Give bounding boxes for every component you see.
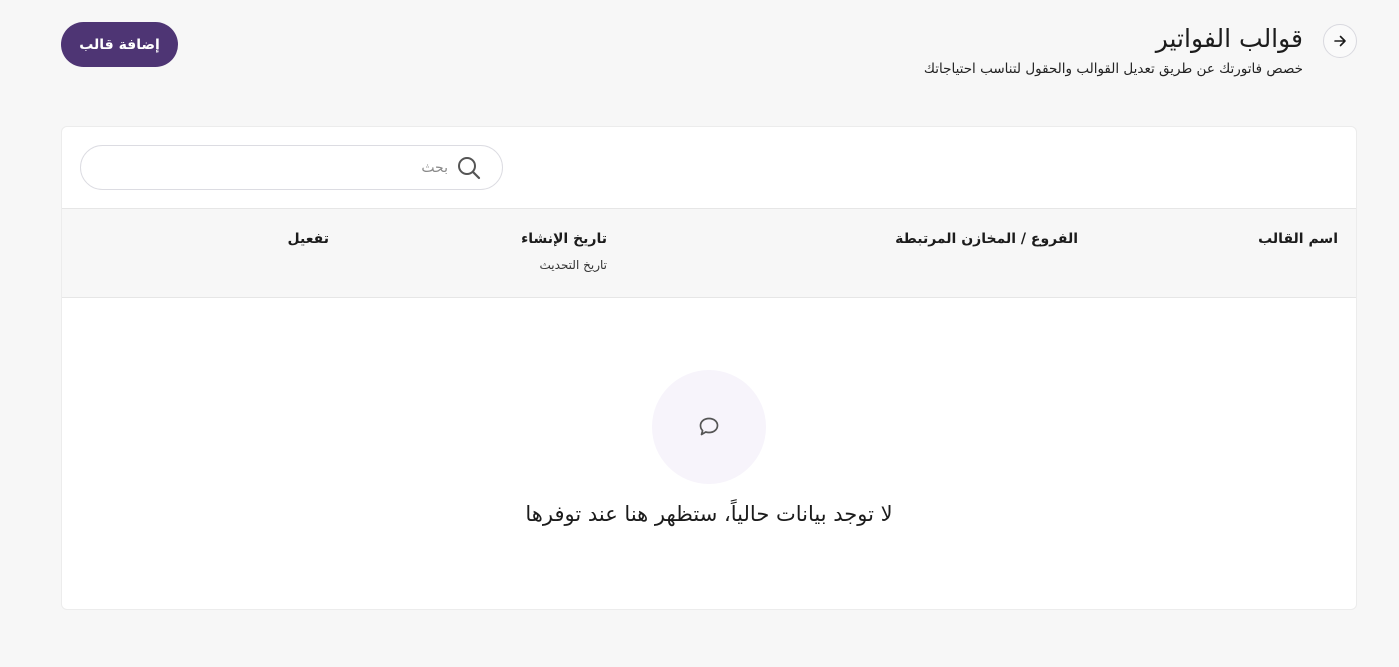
column-header-created-date[interactable]: تاريخ الإنشاء [521, 231, 607, 247]
templates-card: اسم القالب الفروع / المخازن المرتبطة تار… [61, 126, 1357, 610]
back-button[interactable] [1323, 24, 1357, 58]
speech-bubble-icon [699, 417, 719, 436]
page-title: قوالب الفواتير [1155, 24, 1303, 53]
empty-state: لا توجد بيانات حالياً، ستظهر هنا عند توف… [62, 298, 1356, 609]
column-header-linked-branches[interactable]: الفروع / المخازن المرتبطة [895, 231, 1078, 247]
add-template-button[interactable]: إضافة قالب [61, 22, 178, 67]
search-input[interactable] [101, 146, 448, 189]
empty-state-message: لا توجد بيانات حالياً، ستظهر هنا عند توف… [525, 502, 893, 526]
page-subtitle: خصص فاتورتك عن طريق تعديل القوالب والحقو… [923, 61, 1303, 77]
page-header: إضافة قالب قوالب الفواتير خصص فاتورتك عن… [61, 22, 1357, 82]
column-header-activation[interactable]: تفعيل [288, 231, 329, 247]
search-box[interactable] [80, 145, 503, 190]
column-header-template-name[interactable]: اسم القالب [1258, 231, 1338, 247]
search-icon [458, 157, 481, 180]
column-subheader-updated-date: تاريخ التحديث [539, 258, 607, 272]
empty-state-circle [652, 370, 766, 484]
table-header: اسم القالب الفروع / المخازن المرتبطة تار… [62, 208, 1356, 298]
arrow-right-icon [1334, 35, 1346, 47]
